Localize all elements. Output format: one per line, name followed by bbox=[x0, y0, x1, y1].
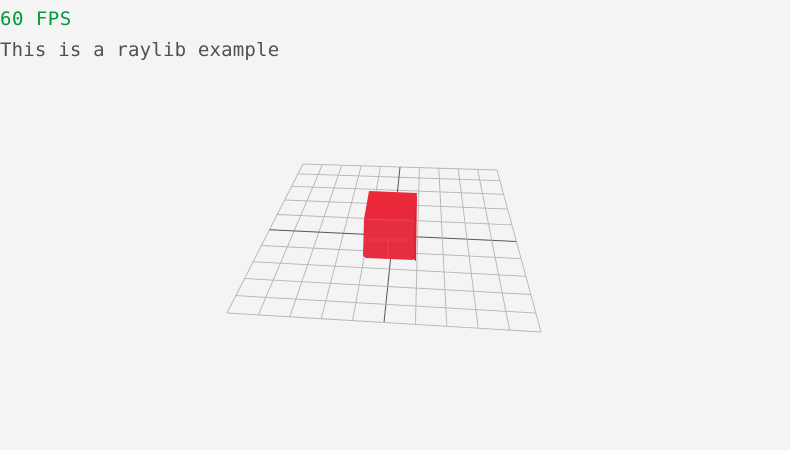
grid-line bbox=[226, 312, 542, 333]
grid-line bbox=[320, 165, 362, 319]
red-cube bbox=[363, 191, 417, 261]
cube-front-face bbox=[363, 219, 414, 260]
grid-line bbox=[235, 295, 536, 314]
grid-line bbox=[244, 278, 531, 295]
grid-line bbox=[496, 169, 542, 333]
scene-viewport bbox=[226, 163, 542, 333]
cube-top-face bbox=[364, 191, 417, 220]
grid-line bbox=[253, 261, 526, 277]
